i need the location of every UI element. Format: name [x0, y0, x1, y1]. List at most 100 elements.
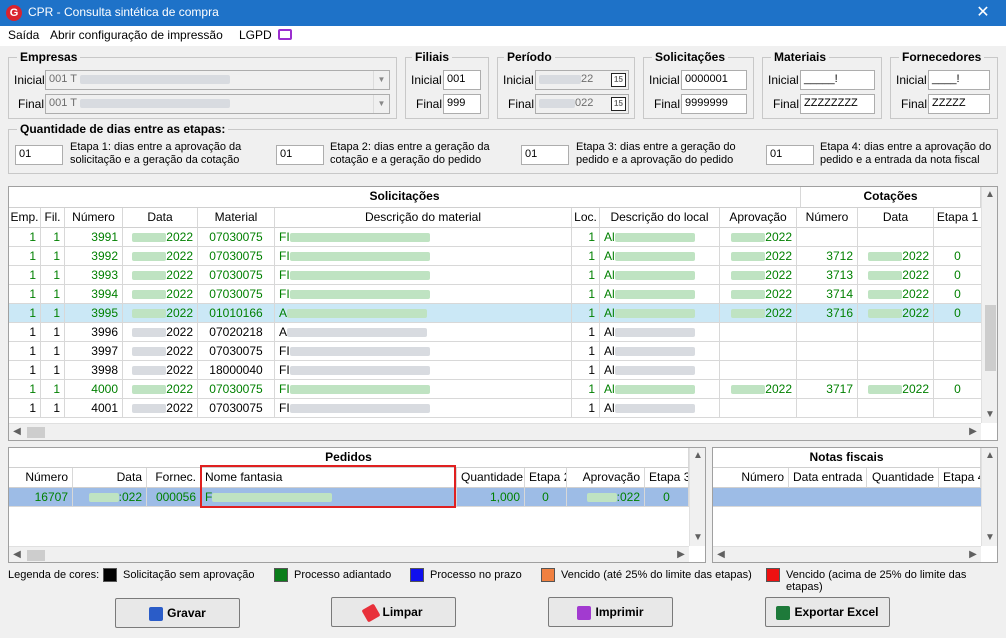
solicitacoes-final-input[interactable]: 9999999	[681, 94, 747, 114]
window-title: CPR - Consulta sintética de compra	[28, 5, 219, 19]
table-row[interactable]: 1 1 3992 2022 07030075 FI 1 Al 2022 3712 2022 0	[9, 247, 982, 266]
scroll-up-icon[interactable]: ▲	[982, 450, 997, 461]
column-header[interactable]: Aprovação	[720, 208, 797, 228]
exportar-excel-button[interactable]: Exportar Excel	[765, 597, 890, 627]
vertical-scrollbar[interactable]: ▲ ▼	[689, 448, 705, 546]
horizontal-scrollbar[interactable]: ◀ ▶	[713, 546, 981, 562]
calendar-icon[interactable]: 15	[611, 73, 626, 87]
column-header[interactable]: Fil.	[41, 208, 65, 228]
scroll-down-icon[interactable]: ▼	[982, 409, 997, 420]
monitor-icon[interactable]	[278, 29, 292, 40]
column-header[interactable]: Número	[65, 208, 123, 228]
cell-text: Al	[604, 363, 615, 377]
table-cell: 1,000	[457, 488, 525, 507]
scroll-right-icon[interactable]: ▶	[965, 426, 981, 437]
table-row[interactable]	[713, 488, 981, 507]
etapa4-input[interactable]: 01	[766, 145, 814, 165]
table-row[interactable]: 1 1 4001 2022 07030075 FI 1 Al	[9, 399, 982, 418]
etapa1-input[interactable]: 01	[15, 145, 63, 165]
table-cell: 1	[41, 266, 65, 285]
filiais-inicial-input[interactable]: 001	[443, 70, 481, 90]
table-row[interactable]: 1 1 3998 2022 18000040 FI 1 Al	[9, 361, 982, 380]
limpar-button[interactable]: Limpar	[331, 597, 456, 627]
column-header[interactable]: Etapa 3	[645, 468, 689, 488]
vertical-scrollbar[interactable]: ▲ ▼	[981, 187, 997, 423]
column-header[interactable]: Número	[9, 468, 73, 488]
table-row[interactable]: 1 1 3994 2022 07030075 FI 1 Al 2022 3714 2022 0	[9, 285, 982, 304]
column-header[interactable]: Loc.	[572, 208, 600, 228]
table-row[interactable]: 1 1 3993 2022 07030075 FI 1 Al 2022 3713 2022 0	[9, 266, 982, 285]
column-header[interactable]: Aprovação	[567, 468, 645, 488]
table-row[interactable]: 1 1 4000 2022 07030075 FI 1 Al 2022 3717 2022 0	[9, 380, 982, 399]
column-header[interactable]: Etapa 2	[525, 468, 567, 488]
filiais-final-input[interactable]: 999	[443, 94, 481, 114]
horizontal-scrollbar[interactable]: ◀ ▶	[9, 423, 981, 440]
menu-lgpd[interactable]: LGPD	[239, 28, 272, 42]
calendar-icon[interactable]: 15	[611, 97, 626, 111]
scroll-left-icon[interactable]: ◀	[9, 549, 25, 560]
column-header[interactable]: Data	[858, 208, 934, 228]
column-header[interactable]: Data entrada	[789, 468, 867, 488]
menu-saida[interactable]: Saída	[8, 28, 39, 42]
scroll-left-icon[interactable]: ◀	[9, 426, 25, 437]
periodo-final-input[interactable]: 022 15	[535, 94, 629, 114]
chevron-down-icon[interactable]: ▼	[373, 71, 389, 89]
column-header[interactable]: Quantidade	[457, 468, 525, 488]
etapa3-input[interactable]: 01	[521, 145, 569, 165]
scroll-up-icon[interactable]: ▲	[982, 189, 997, 200]
imprimir-button[interactable]: Imprimir	[548, 597, 673, 627]
fornecedores-inicial-input[interactable]: ____!	[928, 70, 990, 90]
solicitacoes-inicial-input[interactable]: 0000001	[681, 70, 747, 90]
column-header[interactable]: Data	[73, 468, 147, 488]
empresas-final-select[interactable]: 001 T ▼	[45, 94, 390, 114]
column-header[interactable]: Etapa 4	[939, 468, 981, 488]
chevron-down-icon[interactable]: ▼	[373, 95, 389, 113]
empresas-inicial-select[interactable]: 001 T ▼	[45, 70, 390, 90]
close-button[interactable]: ✕	[960, 0, 1006, 26]
table-cell: 1	[9, 323, 41, 342]
scroll-thumb[interactable]	[27, 550, 45, 561]
gravar-button[interactable]: Gravar	[115, 598, 240, 628]
notas-fiscais-grid[interactable]: Notas fiscais Número Data entrada Quantida…	[712, 447, 998, 563]
column-header[interactable]: Quantidade	[867, 468, 939, 488]
table-cell: 1	[572, 266, 600, 285]
column-header[interactable]: Data	[123, 208, 198, 228]
scroll-down-icon[interactable]: ▼	[690, 532, 705, 543]
fornecedores-final-input[interactable]: ZZZZZ	[928, 94, 990, 114]
materiais-inicial-input[interactable]: _____!	[800, 70, 875, 90]
horizontal-scrollbar[interactable]: ◀ ▶	[9, 546, 689, 562]
column-header[interactable]: Fornec.	[147, 468, 201, 488]
table-cell: 000056	[147, 488, 201, 507]
scroll-left-icon[interactable]: ◀	[713, 549, 729, 560]
column-header[interactable]: Emp.	[9, 208, 41, 228]
column-header[interactable]: Número	[797, 208, 858, 228]
scroll-down-icon[interactable]: ▼	[982, 532, 997, 543]
cell-text: 2022	[765, 268, 792, 282]
cell-text: FI	[279, 363, 290, 377]
table-row[interactable]: 1 1 3991 2022 07030075 FI 1 Al 2022	[9, 228, 982, 247]
solicitacoes-grid[interactable]: Solicitações Cotações Emp. Fil. Número Data…	[8, 186, 998, 441]
vertical-scrollbar[interactable]: ▲ ▼	[981, 448, 997, 546]
materiais-final-input[interactable]: ZZZZZZZZ	[800, 94, 875, 114]
scroll-up-icon[interactable]: ▲	[690, 450, 705, 461]
table-cell: A	[275, 323, 572, 342]
table-cell: 07030075	[198, 342, 275, 361]
periodo-inicial-input[interactable]: 22 15	[535, 70, 629, 90]
column-header[interactable]: Descrição do local	[600, 208, 720, 228]
table-row[interactable]: 1 1 3996 2022 07020218 A 1 Al	[9, 323, 982, 342]
table-row[interactable]: 1 1 3995 2022 01010166 A 1 Al 2022 3716 2022 0	[9, 304, 982, 323]
column-header[interactable]: Número	[713, 468, 789, 488]
column-header[interactable]: Etapa 1	[934, 208, 982, 228]
table-cell: 0	[934, 247, 982, 266]
scroll-thumb[interactable]	[985, 305, 996, 371]
menu-abrir-config[interactable]: Abrir configuração de impressão	[50, 28, 223, 42]
column-header[interactable]: Descrição do material	[275, 208, 572, 228]
scroll-right-icon[interactable]: ▶	[673, 549, 689, 560]
scroll-thumb[interactable]	[27, 427, 45, 438]
column-header[interactable]: Material	[198, 208, 275, 228]
table-row[interactable]: 1 1 3997 2022 07030075 FI 1 Al	[9, 342, 982, 361]
etapa2-input[interactable]: 01	[276, 145, 324, 165]
scroll-right-icon[interactable]: ▶	[965, 549, 981, 560]
table-cell: FI	[275, 228, 572, 247]
etapas-title: Quantidade de dias entre as etapas:	[17, 122, 229, 136]
